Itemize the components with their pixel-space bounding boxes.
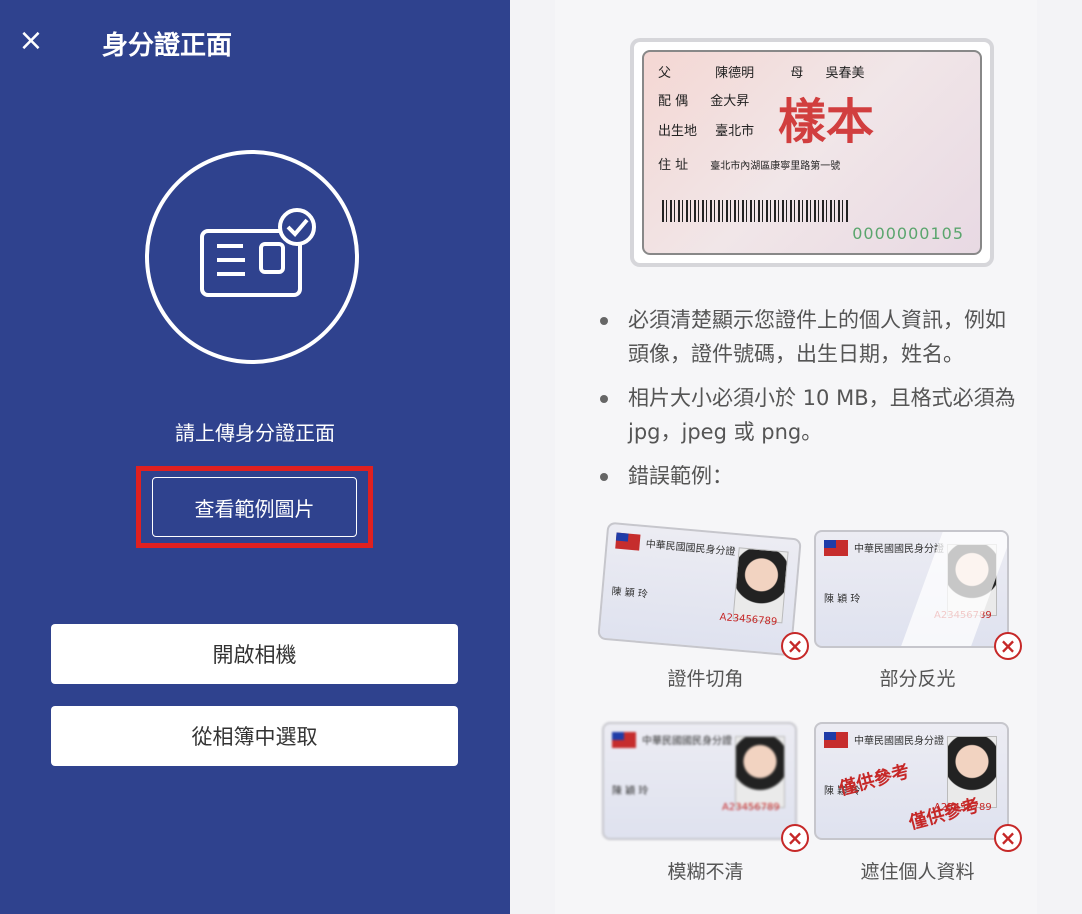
serial-number: 0000000105 bbox=[852, 224, 964, 243]
example-caption: 模糊不清 bbox=[667, 861, 744, 883]
flag-icon bbox=[824, 732, 848, 748]
father-row: 父 陳德明 母 吳春美 bbox=[658, 62, 864, 81]
flag-icon bbox=[612, 732, 636, 748]
barcode bbox=[662, 200, 848, 222]
father-name: 陳德明 bbox=[715, 66, 755, 81]
photo bbox=[735, 736, 785, 808]
id-card-circle bbox=[145, 150, 359, 364]
upload-panel: × 身分證正面 請上傳身分證正面 查看範例圖片 開啟相機 從相簿中選取 bbox=[0, 0, 510, 914]
sample-stamp: 樣本 bbox=[778, 94, 875, 150]
flag-icon bbox=[824, 540, 848, 556]
instruction-text: 必須清楚顯示您證件上的個人資訊，例如頭像，證件號碼，出生日期，姓名。 bbox=[628, 308, 1006, 366]
sample-card-face: 父 陳德明 母 吳春美 配 偶 金大昇 出生地 臺北市 住 址 臺北市內湖區康寧… bbox=[642, 50, 982, 255]
card-header: 中華民國國民身分證 bbox=[642, 736, 732, 747]
example-card-glare: 中華民國國民身分證 陳 穎 玲 A23456789 bbox=[814, 530, 1009, 648]
error-icon: × bbox=[994, 824, 1022, 852]
page-title: 身分證正面 bbox=[102, 31, 233, 61]
instruction-text: 錯誤範例： bbox=[628, 464, 733, 488]
example-caption: 證件切角 bbox=[667, 668, 744, 690]
example-card-blurry: 中華民國國民身分證 陳 穎 玲 A23456789 bbox=[602, 722, 797, 840]
view-sample-button[interactable]: 查看範例圖片 bbox=[152, 477, 357, 537]
mother-name: 吳春美 bbox=[825, 66, 865, 81]
card-header: 中華民國國民身分證 bbox=[645, 539, 736, 558]
instruction-item: 必須清楚顯示您證件上的個人資訊，例如頭像，證件號碼，出生日期，姓名。 bbox=[600, 303, 1025, 371]
spouse-label: 配 偶 bbox=[658, 94, 689, 109]
card-id: A23456789 bbox=[722, 802, 780, 813]
spouse-name: 金大昇 bbox=[710, 94, 750, 109]
bullet-dot bbox=[600, 473, 608, 481]
sample-id-card: 父 陳德明 母 吳春美 配 偶 金大昇 出生地 臺北市 住 址 臺北市內湖區康寧… bbox=[630, 38, 994, 267]
error-icon: × bbox=[781, 824, 809, 852]
example-card-covered: 中華民國國民身分證 陳 穎 玲 A23456789 僅供參考 僅供參考 bbox=[814, 722, 1009, 840]
flag-icon bbox=[615, 532, 641, 551]
error-icon: × bbox=[781, 632, 809, 660]
instruction-item: 錯誤範例： bbox=[600, 459, 1025, 493]
error-icon: × bbox=[994, 632, 1022, 660]
mother-label: 母 bbox=[790, 66, 804, 81]
id-card-icon bbox=[200, 208, 316, 297]
birthplace-row: 出生地 臺北市 bbox=[658, 120, 754, 139]
card-name: 陳 穎 玲 bbox=[824, 594, 861, 605]
open-camera-button[interactable]: 開啟相機 bbox=[51, 624, 458, 684]
address-row: 住 址 臺北市內湖區康寧里路第一號 bbox=[658, 154, 840, 173]
close-icon[interactable]: × bbox=[18, 26, 44, 56]
instruction-text: 相片大小必須小於 10 MB，且格式必須為 jpg，jpeg 或 png。 bbox=[628, 386, 1016, 444]
choose-from-album-button[interactable]: 從相簿中選取 bbox=[51, 706, 458, 766]
example-card-cut-corner: 中華民國國民身分證 陳 穎 玲 A23456789 bbox=[597, 521, 802, 657]
spouse-row: 配 偶 金大昇 bbox=[658, 90, 749, 109]
photo bbox=[732, 547, 789, 624]
example-caption: 遮住個人資料 bbox=[860, 861, 975, 883]
bullet-dot bbox=[600, 395, 608, 403]
instruction-item: 相片大小必須小於 10 MB，且格式必須為 jpg，jpeg 或 png。 bbox=[600, 381, 1025, 449]
father-label: 父 bbox=[658, 66, 672, 81]
address-label: 住 址 bbox=[658, 158, 689, 173]
card-header: 中華民國國民身分證 bbox=[854, 736, 944, 747]
birthplace-label: 出生地 bbox=[658, 124, 698, 139]
card-header: 中華民國國民身分證 bbox=[854, 544, 944, 555]
birthplace-value: 臺北市 bbox=[715, 124, 755, 139]
card-name: 陳 穎 玲 bbox=[610, 586, 649, 601]
address-value: 臺北市內湖區康寧里路第一號 bbox=[710, 161, 841, 172]
upload-hint: 請上傳身分證正面 bbox=[175, 421, 335, 445]
bullet-dot bbox=[600, 317, 608, 325]
watermark-text: 僅供參考 bbox=[836, 760, 912, 800]
example-caption: 部分反光 bbox=[879, 668, 956, 690]
watermark-text: 僅供參考 bbox=[906, 794, 982, 834]
card-name: 陳 穎 玲 bbox=[612, 786, 649, 797]
